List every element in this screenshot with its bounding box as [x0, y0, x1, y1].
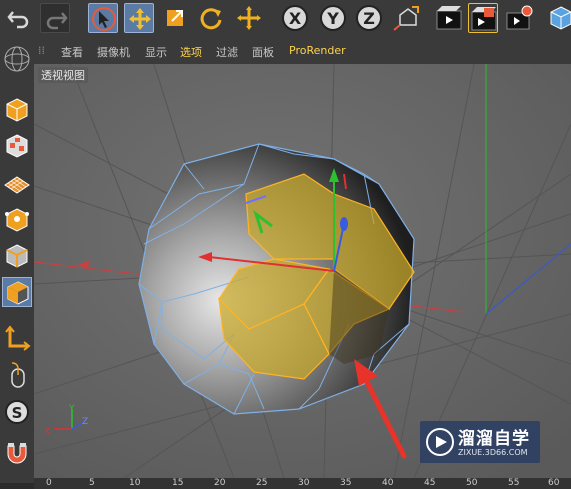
snap-button[interactable]: S [2, 397, 32, 427]
coordinate-system-button[interactable] [392, 3, 422, 33]
ruler-tick: 30 [298, 478, 310, 488]
view-axis-y-label: Y [68, 404, 75, 414]
render-picture-viewer-button[interactable] [468, 3, 498, 33]
render-picture-viewer-icon [471, 7, 497, 31]
axis-l-icon [5, 325, 31, 351]
checker-cube-icon [6, 134, 28, 158]
z-axis-icon: Z [356, 5, 382, 31]
menu-display[interactable]: 显示 [145, 44, 167, 60]
move-icon [129, 8, 151, 30]
workplane-mode-button[interactable] [2, 167, 32, 197]
polygons-cube-icon [7, 281, 29, 305]
left-toolbar: S [0, 38, 35, 483]
menu-prorender[interactable]: ProRender [289, 44, 346, 57]
ruler-tick: 20 [214, 478, 226, 488]
svg-text:S: S [12, 404, 23, 422]
redo-button[interactable] [40, 3, 70, 33]
rotate-button[interactable] [196, 3, 226, 33]
svg-text:Z: Z [363, 9, 375, 28]
grid-plane-icon [4, 176, 30, 194]
y-axis-lock-button[interactable]: Y [318, 3, 348, 33]
view-axis-z-label: Z [82, 417, 88, 427]
rotate-icon [200, 8, 222, 30]
y-axis-icon: Y [320, 5, 346, 31]
select-tool-button[interactable] [88, 3, 118, 33]
edges-cube-icon [6, 244, 28, 268]
z-axis-lock-button[interactable]: Z [354, 3, 384, 33]
polygons-mode-button[interactable] [2, 277, 32, 307]
svg-text:Y: Y [326, 9, 339, 28]
x-axis-icon: X [282, 5, 308, 31]
cube-icon [550, 6, 571, 30]
ruler-tick: 0 [46, 478, 52, 488]
edges-mode-button[interactable] [2, 241, 32, 271]
points-mode-button[interactable] [2, 205, 32, 235]
redo-icon [46, 12, 68, 30]
render-settings-button[interactable] [504, 3, 534, 33]
ruler-tick: 40 [382, 478, 394, 488]
move-button[interactable] [124, 3, 154, 33]
coordinate-icon [393, 6, 419, 31]
snap-s-icon: S [5, 400, 29, 424]
watermark-title: 溜溜自学 [458, 429, 530, 449]
viewport-label: 透视视图 [38, 67, 88, 83]
cube-model-icon [6, 98, 28, 122]
menu-options[interactable]: 选项 [180, 44, 202, 60]
ruler-tick: 15 [172, 478, 184, 488]
menu-view[interactable]: 查看 [61, 44, 83, 60]
ruler-tick: 45 [424, 478, 436, 488]
ruler-tick: 55 [508, 478, 520, 488]
ruler-tick: 60 [548, 478, 560, 488]
drag-handle-icon[interactable]: ⁞⁞ [38, 44, 45, 57]
perspective-viewport[interactable]: Y X Z 透视视图 [34, 64, 571, 478]
cube-object-button[interactable] [546, 3, 571, 33]
axis-mode-button[interactable] [2, 324, 32, 354]
render-view-button[interactable] [434, 3, 464, 33]
render-view-icon [436, 6, 462, 30]
ruler-tick: 10 [129, 478, 141, 488]
magnet-icon [7, 443, 27, 464]
texture-mode-button[interactable] [2, 131, 32, 161]
magnet-button[interactable] [2, 438, 32, 468]
ruler-tick: 50 [466, 478, 478, 488]
move-tool-icon [237, 6, 261, 30]
points-cube-icon [5, 208, 29, 232]
main-toolbar: X Y Z [0, 0, 571, 39]
menu-cameras[interactable]: 摄像机 [97, 44, 130, 60]
model-mode-button[interactable] [2, 95, 32, 125]
watermark-logo-icon [426, 428, 454, 456]
undo-icon [7, 11, 29, 29]
ruler-tick: 25 [256, 478, 268, 488]
viewport-menu-bar: ⁞⁞ 查看 摄像机 显示 选项 过滤 面板 ProRender [34, 38, 571, 64]
menu-filter[interactable]: 过滤 [216, 44, 238, 60]
tweak-mode-button[interactable] [2, 360, 32, 390]
menu-panel[interactable]: 面板 [252, 44, 274, 60]
x-axis-lock-button[interactable]: X [280, 3, 310, 33]
render-settings-icon [506, 5, 533, 30]
viewport-sphere-button[interactable] [2, 44, 32, 74]
undo-button[interactable] [4, 3, 34, 33]
ruler-tick: 35 [340, 478, 352, 488]
ruler-tick: 5 [89, 478, 95, 488]
scale-button[interactable] [160, 3, 190, 33]
sphere-wire-icon [4, 46, 30, 72]
move-tool-button[interactable] [234, 3, 264, 33]
viewport-scene: Y X Z [34, 64, 571, 478]
watermark: 溜溜自学 ZIXUE.3D66.COM [420, 421, 540, 463]
watermark-url: ZIXUE.3D66.COM [458, 448, 528, 457]
timeline-ruler[interactable]: 0 5 10 15 20 25 30 35 40 45 50 55 60 [34, 478, 571, 489]
svg-text:X: X [289, 9, 302, 28]
view-axis-x-label: X [44, 427, 50, 437]
scale-icon [167, 10, 183, 26]
mouse-icon [11, 362, 25, 388]
select-icon [92, 7, 116, 31]
